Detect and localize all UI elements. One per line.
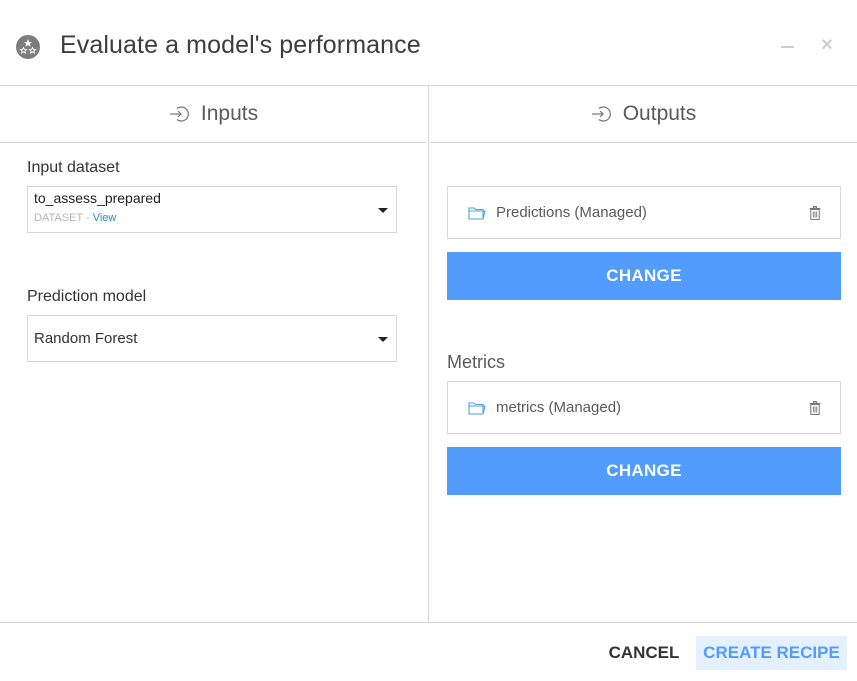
chevron-down-icon xyxy=(378,336,388,342)
dialog-title: Evaluate a model's performance xyxy=(60,31,421,59)
dataset-type-label: DATASET xyxy=(34,212,83,224)
metrics-output-name: metrics (Managed) xyxy=(496,399,622,416)
input-dataset-label: Input dataset xyxy=(27,159,120,176)
cancel-button[interactable]: CANCEL xyxy=(600,636,688,670)
chevron-down-icon xyxy=(378,207,388,213)
close-icon[interactable]: × xyxy=(818,34,836,56)
prediction-model-label: Prediction model xyxy=(27,288,147,305)
minimize-icon[interactable] xyxy=(779,36,797,56)
prediction-model-select[interactable]: Random Forest xyxy=(27,315,397,362)
predictions-output-name: Predictions (Managed) xyxy=(496,204,647,221)
input-dataset-value: to_assess_prepared xyxy=(34,190,161,206)
outputs-header-label: Outputs xyxy=(622,102,697,125)
predictions-output-item: Predictions (Managed) xyxy=(447,186,841,239)
inputs-header-label: Inputs xyxy=(200,102,259,125)
input-dataset-meta: DATASET - View xyxy=(34,212,116,224)
trash-icon[interactable] xyxy=(809,206,821,220)
change-metrics-button[interactable]: CHANGE xyxy=(447,447,841,495)
evaluate-recipe-icon xyxy=(16,35,40,59)
inputs-header: Inputs xyxy=(0,86,427,143)
view-dataset-link[interactable]: View xyxy=(93,212,117,224)
change-predictions-button[interactable]: CHANGE xyxy=(447,252,841,300)
metrics-output-item: metrics (Managed) xyxy=(447,381,841,434)
outputs-header: Outputs xyxy=(430,86,857,143)
folder-icon xyxy=(468,206,486,220)
prediction-model-value: Random Forest xyxy=(34,330,138,347)
column-divider xyxy=(428,86,429,622)
create-recipe-button[interactable]: CREATE RECIPE xyxy=(696,636,847,670)
input-arrow-icon xyxy=(169,105,191,123)
folder-icon xyxy=(468,401,486,415)
dialog-header: Evaluate a model's performance × xyxy=(0,0,857,86)
footer-divider xyxy=(0,622,857,623)
metrics-section-label: Metrics xyxy=(447,352,505,372)
output-arrow-icon xyxy=(591,105,613,123)
input-dataset-select[interactable]: to_assess_prepared DATASET - View xyxy=(27,186,397,233)
meta-separator: - xyxy=(82,212,93,224)
trash-icon[interactable] xyxy=(809,401,821,415)
